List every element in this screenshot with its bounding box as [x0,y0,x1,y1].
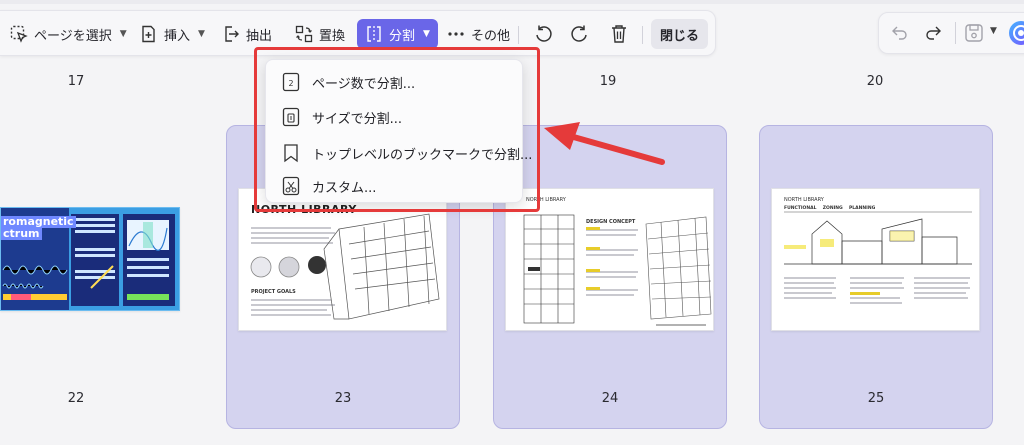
page-number: 22 [67,391,85,406]
chevron-down-icon: ▼ [423,29,430,39]
replace-label: 置換 [319,28,346,44]
save-button[interactable] [964,23,984,47]
rotate-left-button[interactable] [533,19,553,49]
trash-icon [612,25,626,43]
more-dots-icon [448,32,464,36]
select-page-label: ページを選択 [34,28,112,44]
insert-page-icon [142,25,155,43]
toolbar-divider [642,26,643,44]
ai-assistant-icon [1009,21,1024,45]
undo-button[interactable] [891,23,909,45]
split-button[interactable]: 分割 ▼ [357,19,438,49]
undo-icon [892,26,907,40]
more-button[interactable]: その他 [447,19,510,49]
extract-button[interactable]: 抽出 [222,19,272,49]
redo-button[interactable] [924,23,942,45]
save-icon [965,24,983,42]
toolbar-divider [518,26,519,44]
replace-button[interactable]: 置換 [295,19,345,49]
window-top-strip [0,0,1024,4]
history-toolbar: ▼ [878,12,1024,54]
toolbar-divider [955,22,956,44]
split-page-icon [367,26,381,42]
page-number: 23 [334,391,352,406]
chevron-down-icon[interactable]: ▼ [990,26,997,36]
page-number: 17 [67,74,85,89]
rotate-left-icon [536,25,552,42]
page-number: 24 [601,391,619,406]
close-button[interactable]: 閉じる [651,19,709,49]
page-number: 25 [867,391,885,406]
chevron-down-icon: ▼ [119,29,127,39]
thumbnail-graphic [784,211,972,304]
split-label: 分割 [389,28,416,44]
cursor-select-icon [10,25,28,43]
replace-icon [295,25,313,43]
ai-assistant-button[interactable] [1008,20,1024,50]
extract-icon [225,26,239,42]
rotate-right-icon [571,25,587,42]
insert-label: 挿入 [164,28,191,44]
more-label: その他 [471,28,511,44]
annotation-highlight-box [254,47,540,212]
chevron-down-icon: ▼ [198,29,205,39]
thumbnail-section-heading: PROJECT GOALS [251,289,296,295]
page-thumbnail-25[interactable]: NORTH LIBRARY FUNCTIONAL ZONING PLANNING [771,188,980,331]
select-page-button[interactable]: ページを選択 ▼ [10,19,127,49]
thumbnail-title: ctrum [1,227,42,240]
close-label: 閉じる [660,28,700,44]
extract-label: 抽出 [246,28,273,44]
delete-page-button[interactable] [610,19,628,49]
page-number: 20 [866,74,884,89]
annotation-arrow-icon [544,122,665,165]
redo-icon [926,26,941,40]
rotate-right-button[interactable] [570,19,590,49]
page-number: 19 [599,74,617,89]
insert-button[interactable]: 挿入 ▼ [140,19,205,49]
page-thumbnail-22[interactable]: romagnetic ctrum [0,207,180,311]
